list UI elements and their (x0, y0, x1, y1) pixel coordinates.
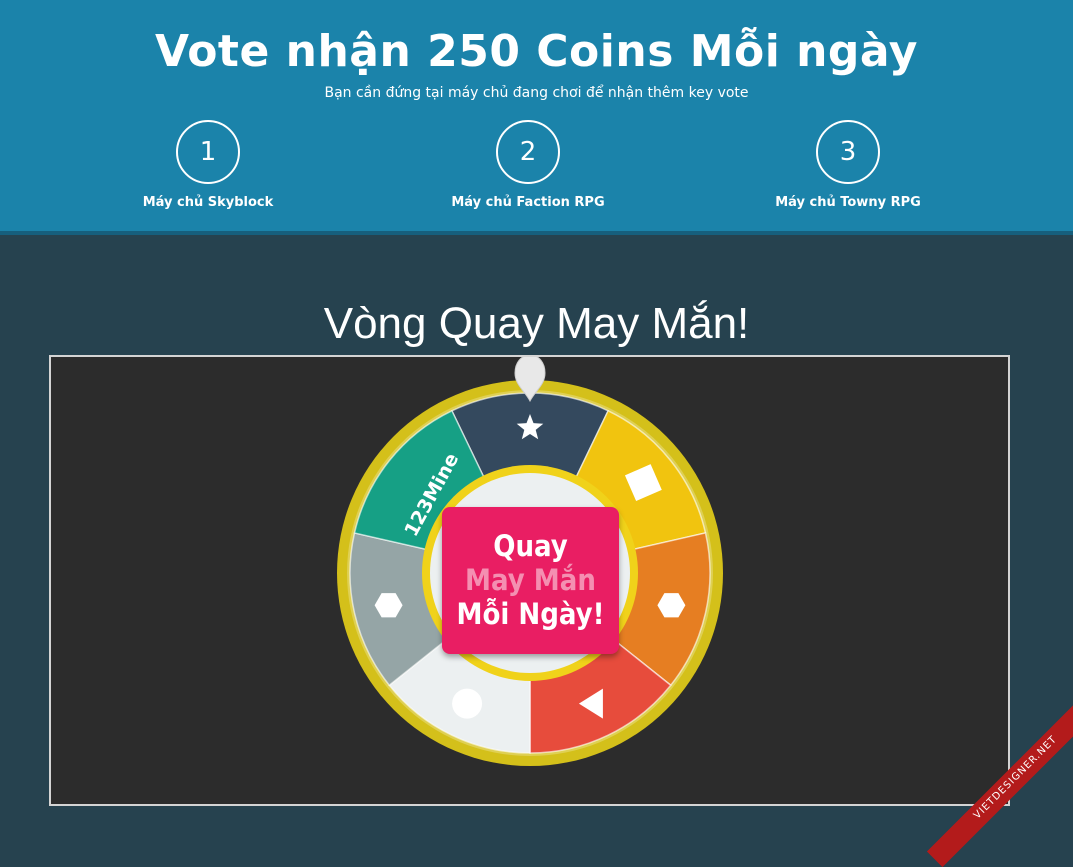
wheel-stage: 123Mine Quay May Mắn Mỗi Ngày! (49, 355, 1010, 806)
circle-icon (452, 688, 483, 719)
vote-step-skyblock[interactable]: 1 Máy chủ Skyblock (98, 120, 318, 211)
step-number[interactable]: 3 (816, 120, 880, 184)
step-label[interactable]: Máy chủ Towny RPG (738, 195, 958, 211)
spin-button[interactable]: Quay May Mắn Mỗi Ngày! (442, 507, 619, 654)
vote-step-faction-rpg[interactable]: 2 Máy chủ Faction RPG (418, 120, 638, 211)
step-number[interactable]: 1 (176, 120, 240, 184)
step-number[interactable]: 2 (496, 120, 560, 184)
vote-subtitle: Bạn cần đứng tại máy chủ đang chơi để nh… (324, 85, 749, 101)
wheel-title: Vòng Quay May Mắn! (323, 299, 750, 348)
spin-button-line-3: Mỗi Ngày! (456, 597, 605, 631)
spin-button-line-2: May Mắn (465, 563, 596, 597)
vote-title: Vote nhận 250 Coins Mỗi ngày (155, 26, 918, 77)
vote-header: Vote nhận 250 Coins Mỗi ngày Bạn cần đứn… (0, 0, 1073, 235)
step-label[interactable]: Máy chủ Skyblock (98, 195, 318, 211)
spin-button-line-1: Quay (493, 529, 568, 563)
vote-step-towny-rpg[interactable]: 3 Máy chủ Towny RPG (738, 120, 958, 211)
step-label[interactable]: Máy chủ Faction RPG (418, 195, 638, 211)
